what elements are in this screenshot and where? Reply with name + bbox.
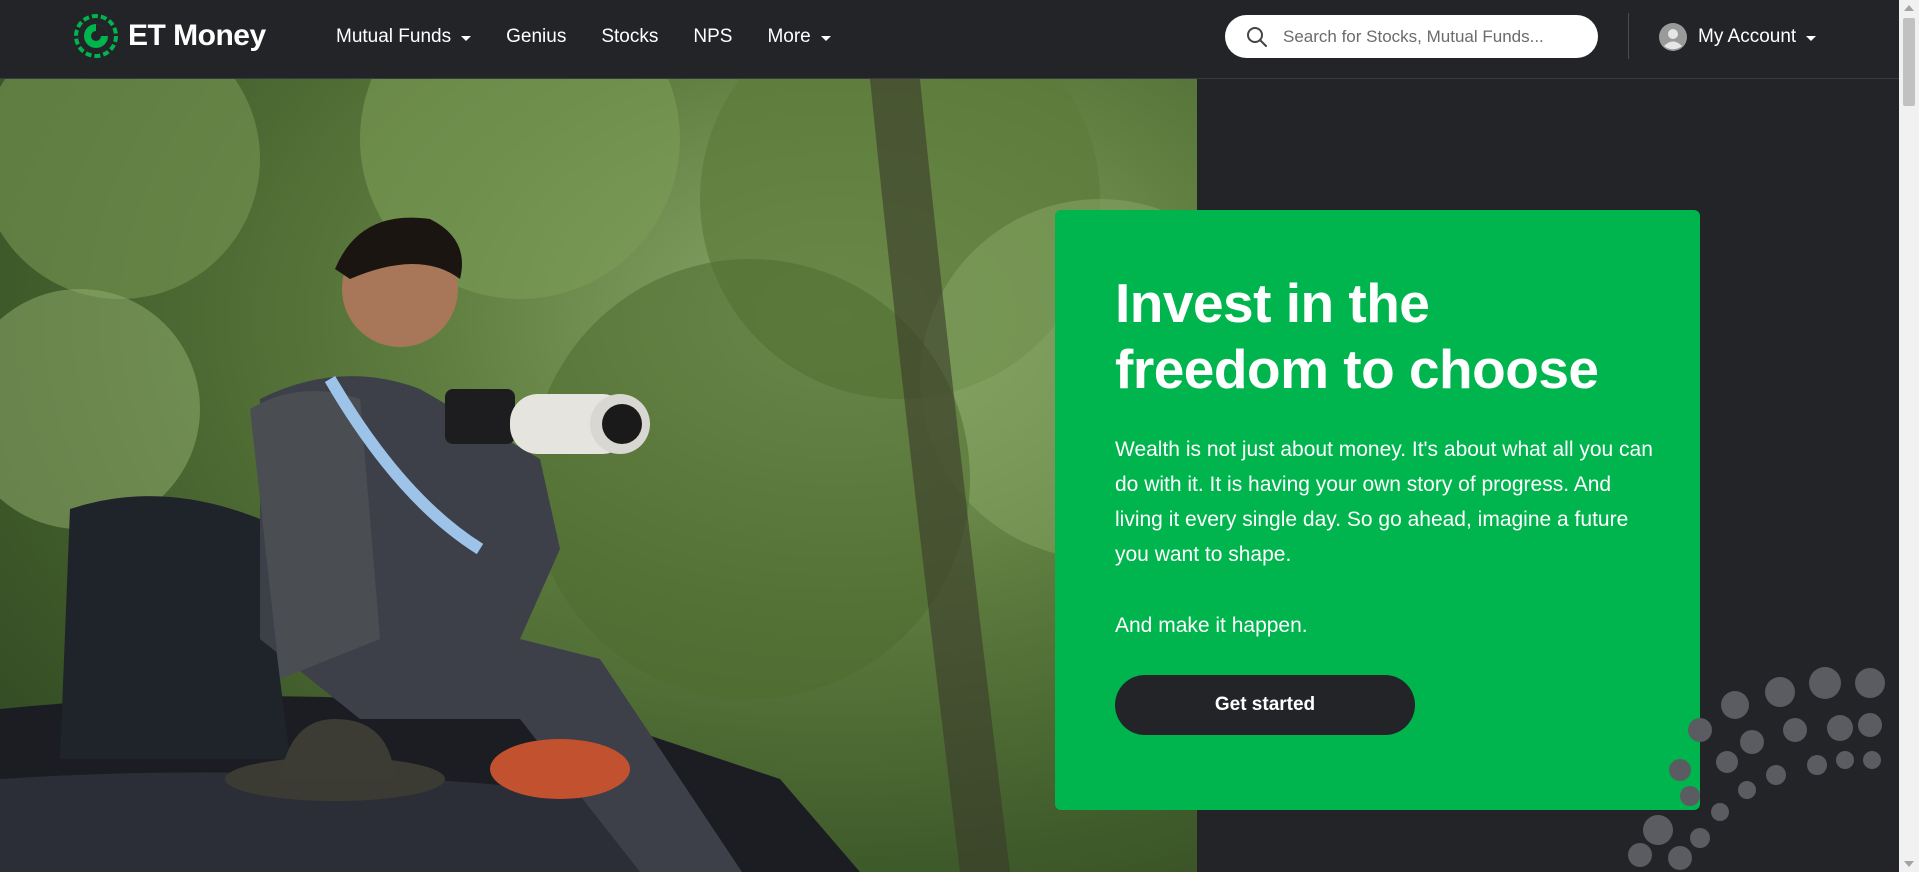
top-navigation-bar: ET Money Mutual Funds Genius Stocks NPS … [0, 0, 1899, 79]
nav-genius[interactable]: Genius [506, 22, 566, 52]
nav-more[interactable]: More [767, 22, 831, 52]
scrollbar-thumb[interactable] [1903, 18, 1915, 106]
nav-genius-label: Genius [506, 26, 567, 47]
nav-nps-label: NPS [693, 26, 733, 47]
nav-more-label: More [767, 26, 811, 47]
my-account-menu[interactable]: My Account [1658, 22, 1817, 52]
get-started-button[interactable]: Get started [1115, 675, 1415, 735]
hero-photo [0, 79, 1197, 872]
et-money-logo[interactable]: ET Money [74, 14, 266, 58]
scroll-down-icon[interactable] [1904, 861, 1914, 867]
page-scrollbar[interactable] [1899, 0, 1919, 872]
nav-stocks[interactable]: Stocks [601, 22, 658, 52]
decorative-dots-pattern [1628, 667, 1885, 870]
user-avatar-icon [1659, 23, 1687, 51]
hero-tagline: And make it happen. [1115, 614, 1308, 637]
brand-name: ET Money [128, 19, 266, 52]
nav-nps[interactable]: NPS [693, 22, 732, 52]
nav-mutual-funds-label: Mutual Funds [336, 26, 452, 47]
et-money-logo-icon [74, 14, 118, 58]
search-bar[interactable] [1225, 15, 1598, 58]
photographer-illustration [0, 79, 1197, 872]
hero-description: Wealth is not just about money. It's abo… [1115, 438, 1653, 566]
chevron-down-icon [461, 36, 472, 41]
chevron-down-icon [1806, 36, 1817, 41]
main-nav: Mutual Funds Genius Stocks NPS More [336, 22, 866, 52]
scroll-up-icon[interactable] [1904, 5, 1914, 11]
header-divider [1628, 13, 1629, 59]
nav-stocks-label: Stocks [601, 26, 659, 47]
search-icon [1247, 26, 1267, 47]
chevron-down-icon [820, 36, 831, 41]
hero-title: Invest in the freedom to choose [1115, 272, 1599, 400]
my-account-label: My Account [1698, 26, 1797, 47]
search-input[interactable] [1281, 25, 1585, 48]
nav-mutual-funds[interactable]: Mutual Funds [336, 22, 472, 52]
